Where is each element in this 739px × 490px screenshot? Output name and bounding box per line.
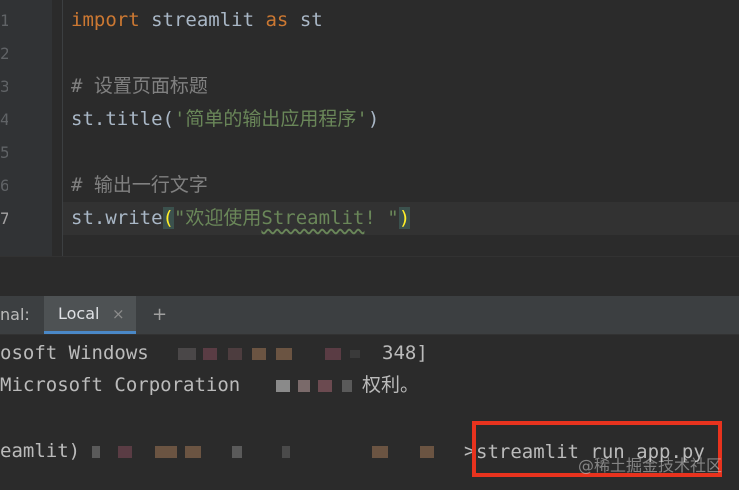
module-alias: st — [288, 9, 323, 31]
redacted-block — [155, 446, 177, 458]
keyword-as: as — [265, 9, 289, 31]
terminal-line: Microsoft Corporation — [0, 374, 241, 396]
redacted-block — [282, 446, 290, 458]
code-line-1[interactable]: import streamlit as st — [71, 4, 323, 37]
close-paren: ) — [367, 108, 380, 130]
redacted-block — [203, 348, 217, 360]
line-number: 6 — [0, 176, 8, 195]
tab-local-label: Local — [58, 304, 100, 323]
redacted-block — [372, 446, 388, 458]
module-name: streamlit — [139, 9, 266, 31]
line-number: 1 — [0, 11, 8, 30]
close-icon[interactable]: × — [112, 296, 125, 332]
terminal-line: eamlit) — [0, 440, 81, 462]
string-literal: '简单的输出应用程序' — [173, 108, 368, 130]
redacted-block — [185, 446, 201, 458]
line-number-gutter: 1 2 3 4 5 6 7 — [0, 0, 52, 258]
add-icon[interactable]: + — [152, 296, 167, 334]
redacted-block — [228, 348, 242, 360]
terminal-line: 权利。 — [362, 374, 420, 396]
redacted-block — [350, 350, 360, 358]
redacted-block — [232, 446, 242, 458]
keyword-import: import — [71, 9, 140, 31]
redacted-block — [318, 380, 332, 392]
redacted-block — [276, 380, 290, 392]
watermark: @稀土掘金技术社区 — [578, 456, 723, 475]
redacted-block — [325, 348, 341, 360]
code-line-7[interactable]: st.write("欢迎使用Streamlit! ") — [71, 202, 411, 235]
code-line-3[interactable]: # 设置页面标题 — [71, 70, 208, 103]
terminal-line: osoft Windows — [0, 342, 149, 364]
tab-local[interactable]: Local × — [44, 296, 136, 334]
redacted-block — [252, 348, 266, 360]
comment: # 设置页面标题 — [71, 75, 208, 97]
string-literal: ! " — [364, 207, 399, 229]
redacted-block — [178, 348, 196, 360]
redacted-block — [92, 446, 100, 458]
editor-empty-area — [0, 256, 739, 297]
line-number: 3 — [0, 77, 8, 96]
code-line-4[interactable]: st.title('简单的输出应用程序') — [71, 103, 379, 136]
redacted-block — [342, 380, 352, 392]
line-number-current: 7 — [0, 209, 8, 228]
redacted-block — [118, 446, 132, 458]
string-literal-typo: Streamlit — [261, 207, 365, 229]
terminal-line: 348] — [382, 342, 428, 364]
function-call: st.title( — [71, 108, 174, 130]
code-line-6[interactable]: # 输出一行文字 — [71, 169, 208, 202]
string-literal: "欢迎使用 — [173, 207, 262, 229]
code-editor[interactable]: 1 2 3 4 5 6 7 import streamlit as st # 设… — [0, 0, 739, 258]
redacted-block — [298, 380, 310, 392]
open-paren-matched: ( — [162, 207, 174, 229]
line-number: 5 — [0, 143, 8, 162]
line-number: 4 — [0, 110, 8, 129]
redacted-block — [276, 348, 292, 360]
comment: # 输出一行文字 — [71, 174, 208, 196]
function-call: st.write — [71, 207, 163, 229]
close-paren-matched: ) — [398, 207, 411, 229]
redacted-block — [420, 446, 434, 458]
terminal-title: nal: — [0, 305, 30, 324]
terminal-tab-bar: nal: Local × + — [0, 296, 739, 335]
line-number: 2 — [0, 44, 8, 63]
